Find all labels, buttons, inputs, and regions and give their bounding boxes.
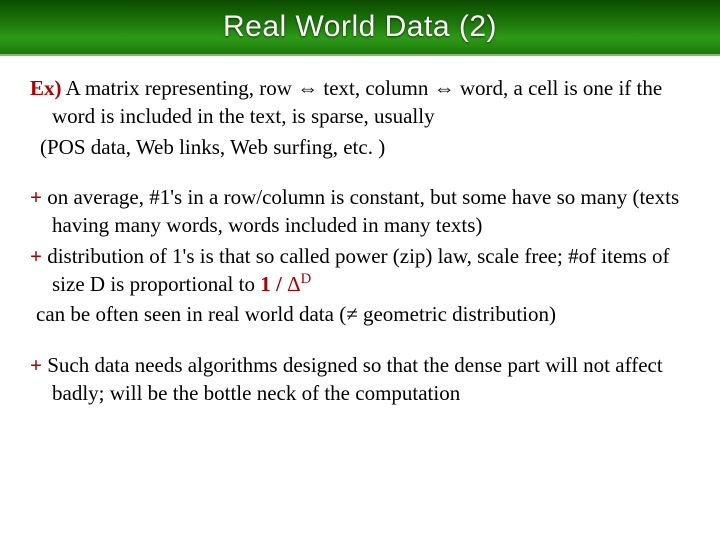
title-bar: Real World Data (2)	[0, 0, 720, 56]
example-line-1: Ex) A matrix representing, row ⇔ text, c…	[30, 74, 690, 131]
bullet-1-text: on average, #1's in a row/column is cons…	[42, 185, 679, 237]
slide: Real World Data (2) Ex) A matrix represe…	[0, 0, 720, 540]
slide-title: Real World Data (2)	[223, 10, 497, 44]
example-paragraph: Ex) A matrix representing, row ⇔ text, c…	[30, 74, 690, 161]
plus-icon: +	[30, 185, 42, 209]
bullet-1: + on average, #1's in a row/column is co…	[30, 183, 690, 240]
example-text-1: A matrix representing, row ⇔ text, colum…	[52, 76, 662, 128]
delta-symbol: Δ	[287, 272, 301, 296]
plus-icon: +	[30, 244, 42, 268]
bullet-2: + distribution of 1's is that so called …	[30, 242, 690, 299]
bullet-3: + Such data needs algorithms designed so…	[30, 351, 690, 408]
bullet-group-1: + on average, #1's in a row/column is co…	[30, 183, 690, 329]
bullet-2-text-b: can be often seen in real world data (≠ …	[30, 300, 690, 328]
example-label: Ex)	[30, 76, 62, 100]
ratio-one: 1 /	[260, 272, 287, 296]
example-line-2: (POS data, Web links, Web surfing, etc. …	[30, 133, 690, 161]
slide-body: Ex) A matrix representing, row ⇔ text, c…	[0, 56, 720, 407]
bullet-3-text: Such data needs algorithms designed so t…	[42, 353, 663, 405]
bullet-group-2: + Such data needs algorithms designed so…	[30, 351, 690, 408]
plus-icon: +	[30, 353, 42, 377]
bullet-2-text-a: distribution of 1's is that so called po…	[42, 244, 670, 296]
delta-exponent: D	[301, 271, 312, 287]
